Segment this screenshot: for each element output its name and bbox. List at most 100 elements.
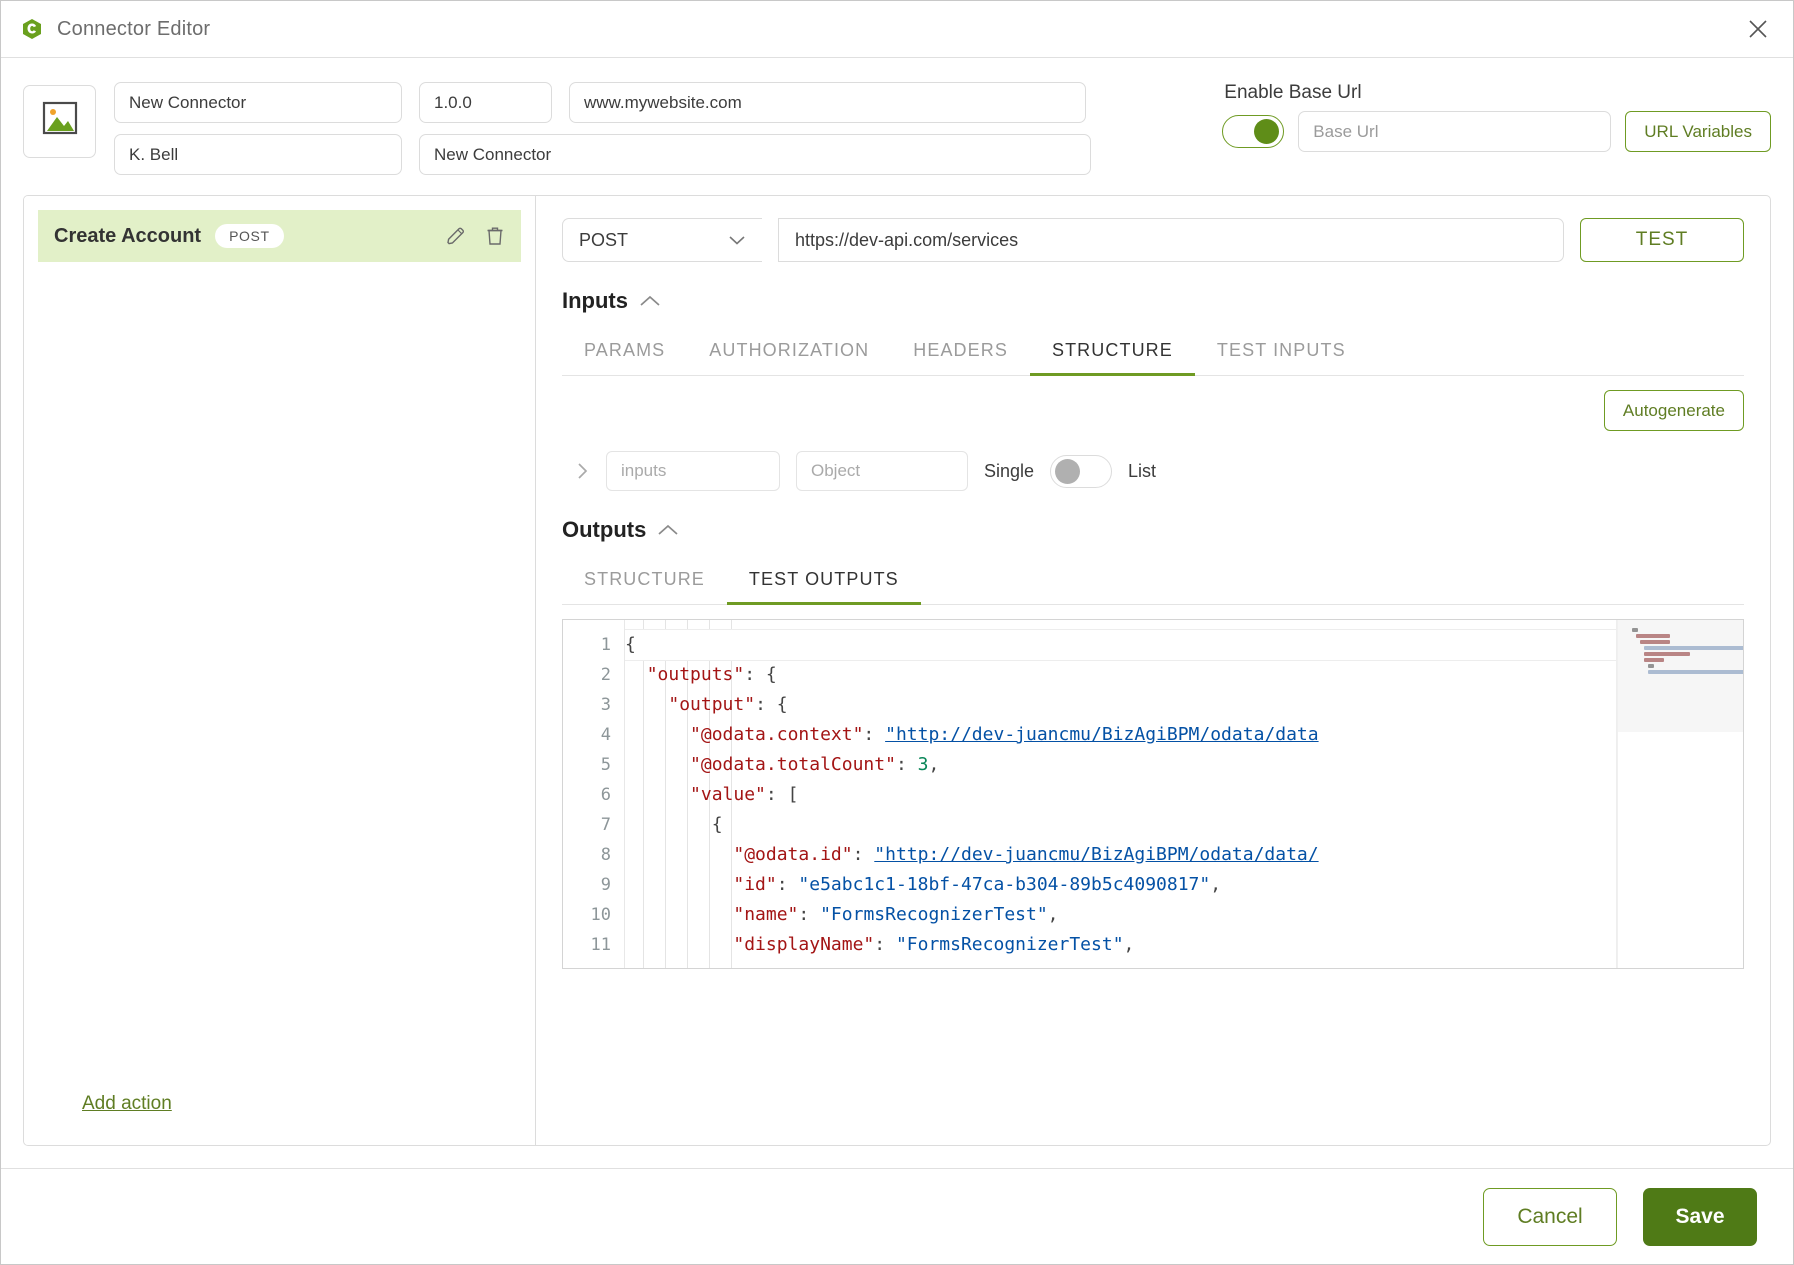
code-line: "id": "e5abc1c1-18bf-47ca-b304-89b5c4090… (625, 870, 1617, 900)
request-url-input[interactable] (778, 218, 1564, 262)
code-line: "@odata.context": "http://dev-juancmu/Bi… (625, 720, 1617, 750)
connector-author-input[interactable] (114, 134, 402, 175)
http-method-value: POST (579, 229, 629, 250)
line-number: 3 (600, 695, 611, 715)
code-line: "@odata.totalCount": 3, (625, 750, 1617, 780)
line-number: 11 (590, 935, 611, 955)
code-token: : [ (765, 784, 799, 805)
tab-params[interactable]: PARAMS (562, 330, 687, 376)
code-token: : (895, 754, 918, 775)
code-token: "http://dev-juancmu/BizAgiBPM/odata/data (885, 724, 1319, 745)
code-token: "id" (733, 874, 777, 895)
base-url-input[interactable] (1298, 111, 1612, 152)
code-token: : (852, 844, 875, 865)
tab-test-inputs[interactable]: TEST INPUTS (1195, 330, 1368, 376)
base-url-row: URL Variables (1222, 111, 1771, 152)
line-number: 10 (590, 905, 611, 925)
code-token: : (863, 724, 886, 745)
action-method-badge: POST (215, 224, 284, 248)
connector-fields-row-1 (114, 82, 1198, 123)
window-title: Connector Editor (57, 17, 211, 40)
editor-code-area[interactable]: { "outputs": { "output" : { "@odata.conte… (625, 620, 1617, 968)
save-button[interactable]: Save (1643, 1187, 1757, 1246)
chevron-right-icon[interactable] (576, 461, 590, 481)
tab-test-outputs[interactable]: TEST OUTPUTS (726, 559, 921, 605)
code-token: : (798, 904, 821, 925)
list-label: List (1128, 460, 1157, 481)
connector-website-input[interactable] (569, 82, 1086, 123)
code-token: "FormsRecognizerTest" (895, 934, 1124, 955)
line-number: 4 (600, 725, 611, 745)
code-token: "http://dev-juancmu/BizAgiBPM/odata/data… (874, 844, 1319, 865)
action-row-icons (445, 225, 505, 247)
code-token: "FormsRecognizerTest" (820, 904, 1048, 925)
line-number: 1 (600, 635, 611, 655)
editor-minimap[interactable] (1617, 620, 1743, 968)
add-action-link[interactable]: Add action (82, 1093, 172, 1115)
connector-description-input[interactable] (419, 134, 1091, 175)
close-icon[interactable] (1741, 12, 1775, 46)
code-token: , (1123, 934, 1135, 955)
tab-structure-inputs[interactable]: STRUCTURE (1029, 330, 1195, 376)
actions-panel: Create Account POST Add action (24, 196, 536, 1145)
code-token: "output" (668, 694, 756, 715)
single-label: Single (984, 460, 1035, 481)
toggle-knob (1254, 119, 1280, 144)
code-line: "@odata.id": "http://dev-juancmu/BizAgiB… (625, 840, 1617, 870)
action-name: Create Account (54, 224, 202, 247)
outputs-section-header[interactable]: Outputs (562, 517, 1744, 543)
line-number: 8 (600, 845, 611, 865)
tab-headers[interactable]: HEADERS (891, 330, 1030, 376)
chevron-up-icon[interactable] (639, 294, 661, 308)
cancel-button[interactable]: Cancel (1483, 1187, 1617, 1246)
inputs-section-title: Inputs (562, 288, 628, 313)
http-method-select[interactable]: POST (562, 218, 762, 262)
tab-structure-outputs[interactable]: STRUCTURE (562, 559, 727, 605)
enable-base-url-toggle[interactable] (1222, 115, 1285, 148)
connector-name-input[interactable] (114, 82, 402, 123)
code-token: { (625, 814, 723, 835)
inputs-section-header[interactable]: Inputs (562, 288, 1744, 314)
code-token: "name" (733, 904, 799, 925)
bizagi-hexagon-logo-icon (19, 16, 45, 42)
code-line: "outputs": { (625, 660, 1617, 690)
outputs-section-title: Outputs (562, 517, 647, 542)
code-token: "@odata.id" (733, 844, 853, 865)
line-number: 5 (600, 755, 611, 775)
connector-header-form: Enable Base Url URL Variables (1, 58, 1793, 191)
connector-version-input[interactable] (419, 82, 552, 123)
code-token: "e5abc1c1-18bf-47ca-b304-89b5c4090817" (798, 874, 1211, 895)
autogenerate-button[interactable]: Autogenerate (1603, 390, 1744, 431)
test-button[interactable]: TEST (1580, 218, 1744, 262)
code-token: : (776, 874, 799, 895)
pencil-icon[interactable] (445, 225, 467, 247)
single-list-toggle[interactable] (1050, 454, 1113, 488)
connector-image-upload[interactable] (23, 85, 96, 158)
minimap-viewport-slider[interactable] (1618, 620, 1743, 732)
code-token: "@odata.context" (690, 724, 864, 745)
trash-icon[interactable] (485, 225, 505, 247)
image-placeholder-icon (40, 100, 80, 143)
action-list-item-create-account[interactable]: Create Account POST (38, 210, 521, 262)
code-token: : { (744, 664, 777, 685)
inputs-structure-type-field[interactable]: Object (796, 451, 968, 491)
code-token: "displayName" (733, 934, 875, 955)
chevron-up-icon[interactable] (657, 523, 679, 537)
chevron-down-icon (728, 230, 746, 251)
url-variables-button[interactable]: URL Variables (1625, 111, 1771, 152)
enable-base-url-label: Enable Base Url (1224, 82, 1362, 103)
test-outputs-code-editor[interactable]: 1 2 3 4 5 6 7 8 9 10 11 { "outputs": { "output": {… (562, 619, 1744, 969)
title-bar: Connector Editor (1, 1, 1793, 58)
inputs-structure-name-field[interactable]: inputs (606, 451, 780, 491)
code-line: "displayName": "FormsRecognizerTest", (625, 930, 1617, 960)
tab-authorization[interactable]: AUTHORIZATION (687, 330, 891, 376)
request-url-row: POST TEST (562, 218, 1744, 262)
line-number: 9 (600, 875, 611, 895)
